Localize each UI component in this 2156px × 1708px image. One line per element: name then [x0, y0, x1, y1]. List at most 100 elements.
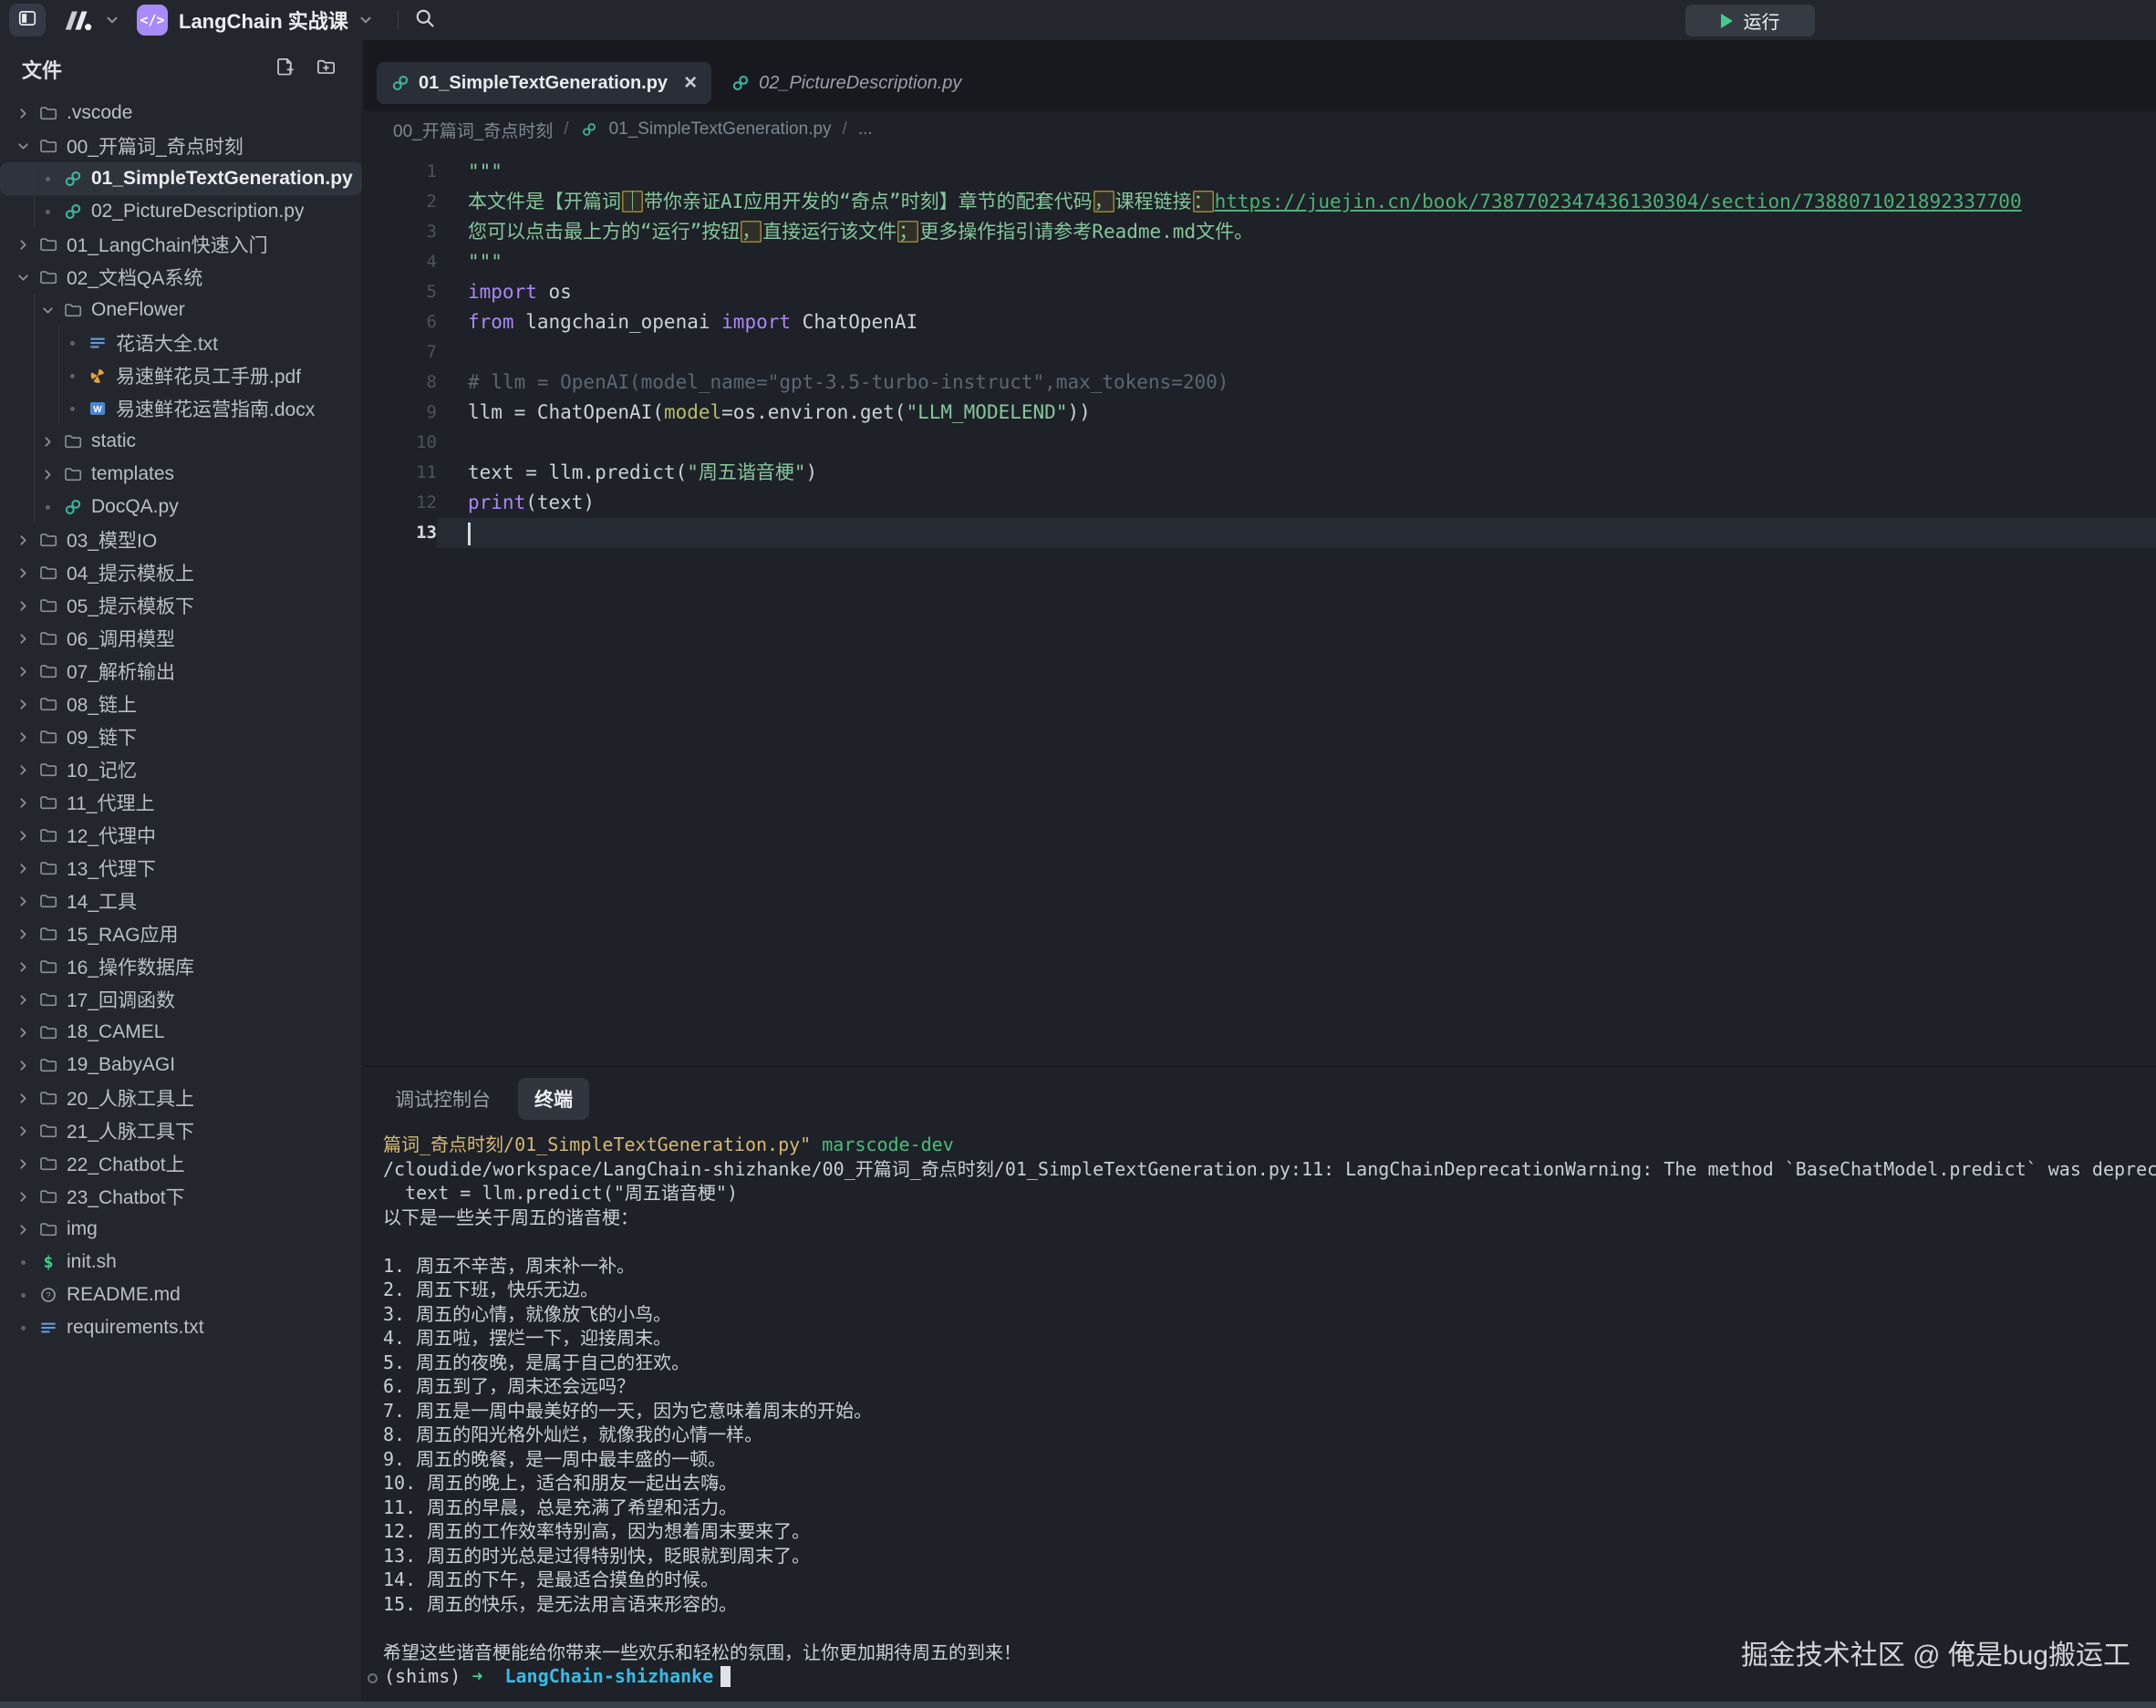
search-icon[interactable] [413, 6, 436, 34]
chevron-right-icon[interactable] [11, 861, 35, 876]
tree-item-folder[interactable]: 07_解析输出 [0, 655, 362, 688]
tree-item-folder[interactable]: 10_记忆 [0, 753, 362, 786]
tree-item-folder[interactable]: 01_LangChain快速入门 [0, 228, 362, 261]
tree-item-folder[interactable]: 22_Chatbot上 [0, 1147, 362, 1180]
chevron-right-icon[interactable] [11, 959, 35, 975]
breadcrumb[interactable]: 00_开篇词_奇点时刻/01_SimpleTextGeneration.py/.… [364, 111, 2156, 148]
tree-item-file[interactable]: $init.sh [0, 1246, 362, 1278]
panel-tab[interactable]: 终端 [518, 1078, 589, 1120]
chevron-right-icon[interactable] [36, 467, 59, 482]
tree-item-folder[interactable]: templates [0, 458, 362, 491]
terminal-output[interactable]: 篇词_奇点时刻/01_SimpleTextGeneration.py" mars… [364, 1133, 2156, 1689]
line-number: 11 [364, 458, 437, 488]
chevron-right-icon[interactable] [11, 795, 35, 811]
tree-item-folder[interactable]: 04_提示模板上 [0, 556, 362, 589]
chevron-right-icon[interactable] [11, 1058, 35, 1073]
chevron-right-icon[interactable] [11, 1189, 35, 1205]
tree-item-folder[interactable]: OneFlower [0, 294, 362, 326]
tree-item-folder[interactable]: 18_CAMEL [0, 1016, 362, 1049]
chevron-right-icon[interactable] [11, 894, 35, 909]
chevron-right-icon[interactable] [11, 926, 35, 942]
chevron-right-icon[interactable] [11, 1222, 35, 1237]
editor-tab[interactable]: 02_PictureDescription.py [717, 62, 976, 104]
chevron-right-icon[interactable] [11, 533, 35, 548]
breadcrumb-item[interactable]: 01_SimpleTextGeneration.py [609, 119, 832, 140]
breadcrumb-item[interactable]: 00_开篇词_奇点时刻 [393, 118, 553, 142]
tree-item-folder[interactable]: 02_文档QA系统 [0, 261, 362, 294]
tree-item-folder[interactable]: 12_代理中 [0, 819, 362, 852]
tree-item-folder[interactable]: 13_代理下 [0, 852, 362, 885]
breadcrumb-item[interactable]: ... [858, 119, 873, 140]
tree-item-folder[interactable]: .vscode [0, 97, 362, 129]
tree-item-label: templates [91, 463, 174, 485]
tree-item-folder[interactable]: 16_操作数据库 [0, 950, 362, 983]
close-icon[interactable]: × [684, 72, 697, 94]
tab-label: 01_SimpleTextGeneration.py [419, 73, 668, 94]
chevron-right-icon[interactable] [11, 1025, 35, 1040]
chevron-right-icon[interactable] [11, 828, 35, 844]
new-folder-icon[interactable] [316, 57, 337, 82]
tree-item-folder[interactable]: 03_模型IO [0, 523, 362, 556]
chevron-right-icon[interactable] [11, 1156, 35, 1172]
terminal-line [383, 1229, 2156, 1254]
folder-icon [35, 1154, 62, 1173]
new-file-icon[interactable] [275, 57, 295, 82]
tree-item-file[interactable]: 01_SimpleTextGeneration.py [0, 162, 362, 195]
tree-item-label: 07_解析输出 [67, 657, 175, 685]
shell-file-icon: $ [35, 1253, 62, 1272]
tree-item-file[interactable]: 易速鲜花员工手册.pdf [0, 359, 362, 392]
chevron-right-icon[interactable] [11, 697, 35, 712]
tree-item-folder[interactable]: 19_BabyAGI [0, 1049, 362, 1082]
tree-item-folder[interactable]: 15_RAG应用 [0, 917, 362, 950]
chevron-right-icon[interactable] [11, 631, 35, 647]
sidebar-toggle-button[interactable] [9, 4, 46, 36]
chevron-right-icon[interactable] [11, 237, 35, 253]
tree-item-folder[interactable]: 17_回调函数 [0, 983, 362, 1016]
chevron-right-icon[interactable] [11, 1123, 35, 1139]
tree-item-file[interactable]: 02_PictureDescription.py [0, 195, 362, 228]
tree-item-folder[interactable]: 11_代理上 [0, 786, 362, 819]
chevron-right-icon[interactable] [11, 664, 35, 679]
folder-icon [35, 892, 62, 910]
tree-item-folder[interactable]: 21_人脉工具下 [0, 1114, 362, 1147]
chevron-down-icon[interactable] [36, 303, 59, 318]
chevron-down-icon[interactable] [11, 139, 35, 154]
chevron-right-icon[interactable] [11, 1091, 35, 1106]
folder-icon [35, 629, 62, 647]
tree-item-folder[interactable]: 00_开篇词_奇点时刻 [0, 129, 362, 162]
tree-item-folder[interactable]: 20_人脉工具上 [0, 1082, 362, 1114]
tree-item-file[interactable]: DocQA.py [0, 491, 362, 523]
tree-item-folder[interactable]: 09_链下 [0, 720, 362, 753]
chevron-right-icon[interactable] [11, 730, 35, 745]
python-file-icon [59, 170, 87, 188]
tree-item-folder[interactable]: 08_链上 [0, 688, 362, 720]
tree-item-file[interactable]: ?README.md [0, 1278, 362, 1311]
tree-item-folder[interactable]: 05_提示模板下 [0, 589, 362, 622]
chevron-down-icon[interactable] [358, 12, 374, 28]
marscode-logo[interactable] [62, 8, 95, 32]
chevron-right-icon[interactable] [11, 992, 35, 1008]
tree-item-file[interactable]: 花语大全.txt [0, 326, 362, 359]
chevron-right-icon[interactable] [11, 762, 35, 778]
tree-item-file[interactable]: requirements.txt [0, 1311, 362, 1344]
folder-icon [35, 596, 62, 615]
panel-tab[interactable]: 调试控制台 [391, 1078, 494, 1120]
tree-item-folder[interactable]: static [0, 425, 362, 458]
chevron-right-icon[interactable] [11, 106, 35, 121]
chevron-right-icon[interactable] [36, 434, 59, 450]
chevron-down-icon[interactable] [11, 270, 35, 285]
editor-tab[interactable]: 01_SimpleTextGeneration.py × [377, 62, 711, 104]
chevron-right-icon[interactable] [11, 598, 35, 614]
code-editor[interactable]: 1"""2本文件是【开篇词｜带你亲证AI应用开发的“奇点”时刻】章节的配套代码，… [364, 148, 2156, 548]
tree-item-folder[interactable]: 23_Chatbot下 [0, 1180, 362, 1213]
chevron-right-icon[interactable] [11, 565, 35, 581]
run-button[interactable]: 运行 [1685, 5, 1815, 36]
code-line: 10 [364, 428, 2156, 458]
folder-icon [35, 1023, 62, 1041]
tree-item-folder[interactable]: img [0, 1213, 362, 1246]
tree-item-file[interactable]: W易速鲜花运营指南.docx [0, 392, 362, 425]
chevron-down-icon[interactable] [104, 12, 120, 28]
tree-item-folder[interactable]: 14_工具 [0, 885, 362, 917]
tree-item-folder[interactable]: 06_调用模型 [0, 622, 362, 655]
file-dot [11, 1260, 35, 1265]
